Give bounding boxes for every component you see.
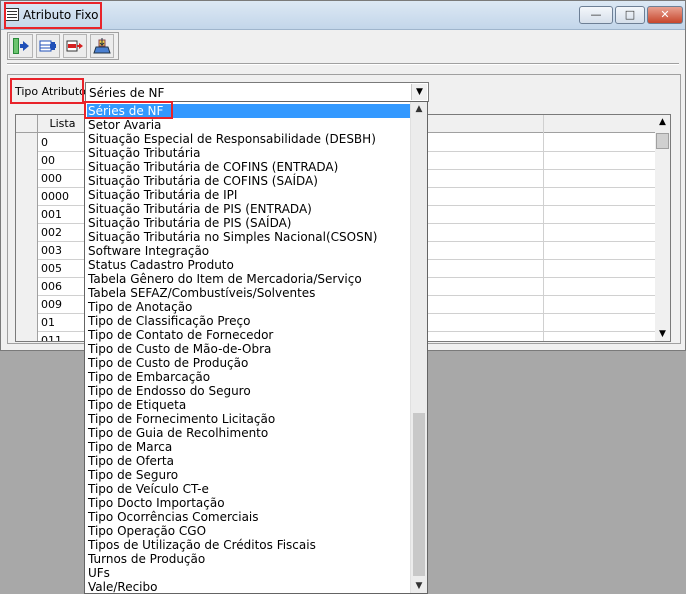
dropdown-option[interactable]: Tipo de Custo de Mão-de-Obra bbox=[87, 342, 411, 356]
lista-cell: 000 bbox=[41, 172, 62, 185]
chevron-down-icon[interactable]: ▼ bbox=[411, 84, 427, 100]
toolbar-separator bbox=[7, 63, 679, 64]
close-button[interactable]: ✕ bbox=[647, 6, 683, 24]
toolbar bbox=[7, 32, 119, 60]
lista-cell: 01 bbox=[41, 316, 55, 329]
add-record-button[interactable] bbox=[36, 34, 60, 58]
dropdown-option[interactable]: Tipo de Veículo CT-e bbox=[87, 482, 411, 496]
dropdown-option[interactable]: Tipo de Anotação bbox=[87, 300, 411, 314]
dropdown-option[interactable]: Tipo Operação CGO bbox=[87, 524, 411, 538]
dropdown-option[interactable]: Vale/Recibo bbox=[87, 580, 411, 594]
dropdown-option[interactable]: Tipo Docto Importação bbox=[87, 496, 411, 510]
tipo-atributo-value: Séries de NF bbox=[89, 86, 165, 100]
lista-cell: 0 bbox=[41, 136, 48, 149]
exit-icon bbox=[13, 38, 29, 54]
lista-cell: 00 bbox=[41, 154, 55, 167]
dropdown-option[interactable]: Tipo de Custo de Produção bbox=[87, 356, 411, 370]
dropdown-option[interactable]: Tipo de Guia de Recolhimento bbox=[87, 426, 411, 440]
dropdown-option[interactable]: Software Integração bbox=[87, 244, 411, 258]
dropdown-option[interactable]: Status Cadastro Produto bbox=[87, 258, 411, 272]
add-record-icon bbox=[39, 40, 56, 52]
dropdown-option[interactable]: Tipo de Classificação Preço bbox=[87, 314, 411, 328]
chevron-up-icon[interactable]: ▲ bbox=[655, 117, 670, 127]
dropdown-option[interactable]: Tipo de Marca bbox=[87, 440, 411, 454]
dropdown-option[interactable]: Situação Tributária no Simples Nacional(… bbox=[87, 230, 411, 244]
lista-cell: 005 bbox=[41, 262, 62, 275]
tipo-atributo-select[interactable]: Séries de NF ▼ bbox=[85, 82, 429, 102]
dropdown-scrollbar[interactable]: ▲ ▼ bbox=[410, 102, 427, 593]
dropdown-option[interactable]: Tipo Ocorrências Comerciais bbox=[87, 510, 411, 524]
grid-header-lista[interactable]: Lista bbox=[38, 115, 88, 133]
dropdown-option[interactable]: UFs bbox=[87, 566, 411, 580]
save-icon bbox=[93, 38, 111, 54]
dropdown-option[interactable]: Tabela Gênero do Item de Mercadoria/Serv… bbox=[87, 272, 411, 286]
dropdown-option[interactable]: Tipo de Oferta bbox=[87, 454, 411, 468]
grid-indicator-header bbox=[16, 115, 38, 133]
lista-cell: 009 bbox=[41, 298, 62, 311]
minimize-button[interactable]: — bbox=[579, 6, 613, 24]
grid-scrollbar[interactable]: ▲ ▼ bbox=[655, 115, 670, 341]
exit-button[interactable] bbox=[9, 34, 33, 58]
chevron-down-icon[interactable]: ▼ bbox=[655, 329, 670, 339]
dropdown-option[interactable]: Tipo de Contato de Fornecedor bbox=[87, 328, 411, 342]
dropdown-option[interactable]: Tipo de Seguro bbox=[87, 468, 411, 482]
dropdown-option[interactable]: Tipo de Endosso do Seguro bbox=[87, 384, 411, 398]
lista-cell: 001 bbox=[41, 208, 62, 221]
dropdown-option[interactable]: Tabela SEFAZ/Combustíveis/Solventes bbox=[87, 286, 411, 300]
dropdown-option[interactable]: Situação Tributária de IPI bbox=[87, 188, 411, 202]
dropdown-option[interactable]: Situação Tributária de PIS (ENTRADA) bbox=[87, 202, 411, 216]
dropdown-option[interactable]: Situação Especial de Responsabilidade (D… bbox=[87, 132, 411, 146]
lista-cell: 0000 bbox=[41, 190, 69, 203]
delete-record-button[interactable] bbox=[63, 34, 87, 58]
lista-cell: 003 bbox=[41, 244, 62, 257]
title-bar[interactable]: Atributo Fixo — □ ✕ bbox=[1, 1, 685, 30]
grid-scroll-thumb[interactable] bbox=[656, 133, 669, 149]
chevron-down-icon[interactable]: ▼ bbox=[411, 581, 427, 591]
dropdown-option[interactable]: Situação Tributária de COFINS (ENTRADA) bbox=[87, 160, 411, 174]
maximize-button[interactable]: □ bbox=[615, 6, 645, 24]
label-highlight-box bbox=[10, 78, 84, 104]
dropdown-option[interactable]: Setor Avaria bbox=[87, 118, 411, 132]
dropdown-option[interactable]: Turnos de Produção bbox=[87, 552, 411, 566]
dropdown-option[interactable]: Tipos de Utilização de Créditos Fiscais bbox=[87, 538, 411, 552]
tipo-atributo-dropdown[interactable]: Séries de NF Setor Avaria Situação Especia… bbox=[84, 101, 428, 594]
chevron-up-icon[interactable]: ▲ bbox=[411, 104, 427, 114]
dropdown-option[interactable]: Situação Tributária bbox=[87, 146, 411, 160]
dropdown-option[interactable]: Tipo de Fornecimento Licitação bbox=[87, 412, 411, 426]
title-highlight-box bbox=[4, 2, 102, 29]
lista-cell: 002 bbox=[41, 226, 62, 239]
lista-cell: 006 bbox=[41, 280, 62, 293]
row-indicator-column bbox=[16, 133, 38, 341]
save-button[interactable] bbox=[90, 34, 114, 58]
dropdown-option[interactable]: Situação Tributária de COFINS (SAÍDA) bbox=[87, 174, 411, 188]
dropdown-option[interactable]: Situação Tributária de PIS (SAÍDA) bbox=[87, 216, 411, 230]
dropdown-option[interactable]: Tipo de Etiqueta bbox=[87, 398, 411, 412]
dropdown-option[interactable]: Tipo de Embarcação bbox=[87, 370, 411, 384]
dropdown-scroll-thumb[interactable] bbox=[413, 413, 425, 576]
lista-cell: 011 bbox=[41, 334, 62, 342]
delete-record-icon bbox=[66, 40, 83, 52]
selected-option-highlight-box bbox=[84, 101, 173, 119]
